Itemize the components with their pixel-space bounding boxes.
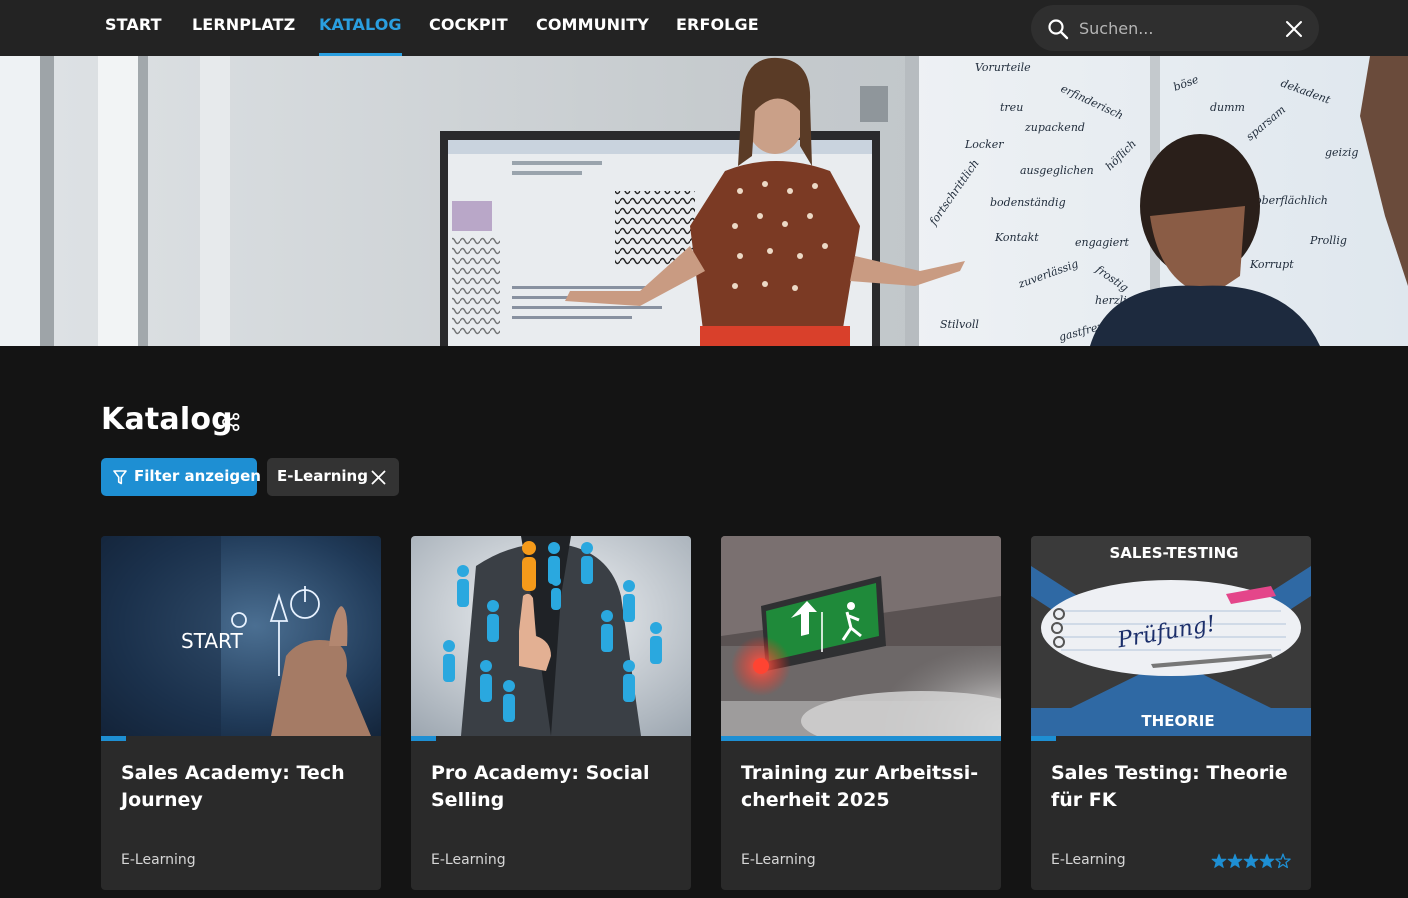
progress-bar-fill: [411, 736, 437, 741]
course-card[interactable]: Training zur Arbeitssi­cherheit 2025 E-L…: [721, 536, 1001, 890]
svg-text:engagiert: engagiert: [1075, 236, 1130, 249]
nav-item-start[interactable]: START: [105, 0, 162, 56]
sales-testing-image-title: SALES-TESTING: [1109, 544, 1238, 562]
progress-bar: [1031, 736, 1311, 741]
nav-item-katalog[interactable]: KATALOG: [319, 0, 402, 56]
filter-button-label: Filter anzeigen: [134, 467, 261, 485]
star-filled-icon: [1211, 853, 1227, 868]
search-input[interactable]: [1079, 13, 1269, 43]
close-icon[interactable]: [1284, 19, 1304, 39]
svg-text:Locker: Locker: [964, 138, 1004, 151]
progress-bar: [411, 736, 691, 741]
rocket-start-image: START: [101, 536, 381, 736]
top-navigation: START LERNPLATZ KATALOG COCKPIT COMMUNIT…: [0, 0, 1408, 56]
search-icon[interactable]: [1047, 18, 1069, 40]
svg-text:ausgeglichen: ausgeglichen: [1020, 164, 1094, 177]
star-filled-icon: [1259, 853, 1275, 868]
course-thumbnail: [411, 536, 691, 736]
star-filled-icon: [1243, 853, 1259, 868]
active-filter-chip: E-Learning: [267, 458, 399, 496]
svg-text:Vorurteile: Vorurteile: [975, 61, 1031, 74]
course-title[interactable]: Training zur Arbeitssi­cherheit 2025: [741, 760, 986, 814]
course-type: E-Learning: [1051, 852, 1126, 868]
course-type: E-Learning: [741, 852, 816, 868]
course-thumbnail: Prüfung! SALES-TESTING THEORIE: [1031, 536, 1311, 736]
svg-text:Stilvoll: Stilvoll: [940, 318, 979, 331]
course-title[interactable]: Sales Testing: Theorie für FK: [1051, 760, 1296, 814]
progress-bar-fill: [101, 736, 127, 741]
course-title[interactable]: Sales Academy: Tech Journey: [121, 760, 366, 814]
course-type: E-Learning: [121, 852, 196, 868]
nav-item-lernplatz[interactable]: LERNPLATZ: [192, 0, 295, 56]
svg-text:zupackend: zupackend: [1024, 121, 1085, 134]
progress-bar-fill: [721, 736, 1001, 741]
course-card[interactable]: Pro Academy: Social Selling E-Learning: [411, 536, 691, 890]
svg-text:dumm: dumm: [1210, 101, 1245, 114]
share-icon[interactable]: [221, 412, 241, 432]
course-type: E-Learning: [431, 852, 506, 868]
page-title: Katalog: [101, 402, 233, 437]
svg-text:geizig: geizig: [1325, 146, 1358, 159]
svg-text:treu: treu: [1000, 101, 1023, 114]
filter-chip-label: E-Learning: [277, 467, 368, 485]
hero-banner: Vorurteile erfinderisch böse dekadent tr…: [0, 56, 1408, 346]
svg-text:Prollig: Prollig: [1309, 234, 1347, 247]
svg-text:bodenständig: bodenständig: [990, 196, 1066, 209]
progress-bar: [721, 736, 1001, 741]
course-card[interactable]: Prüfung! SALES-TESTING THEORIE Sales Tes…: [1031, 536, 1311, 890]
show-filter-button[interactable]: Filter anzeigen: [101, 458, 261, 496]
course-thumbnail: START: [101, 536, 381, 736]
course-title[interactable]: Pro Academy: Social Selling: [431, 760, 676, 814]
rating-stars: [1211, 853, 1291, 869]
emergency-exit-image: [721, 536, 1001, 736]
theorie-image-label: THEORIE: [1141, 712, 1214, 730]
network-people-image: [411, 536, 691, 736]
star-filled-icon: [1227, 853, 1243, 868]
nav-item-community[interactable]: COMMUNITY: [536, 0, 649, 56]
svg-text:Korrupt: Korrupt: [1249, 258, 1294, 271]
svg-text:Kontakt: Kontakt: [994, 231, 1039, 244]
hero-image: Vorurteile erfinderisch böse dekadent tr…: [0, 56, 1408, 346]
course-card[interactable]: START Sales Academy: Tech Journey E-Lear…: [101, 536, 381, 890]
filter-icon: [113, 470, 127, 485]
star-empty-icon: [1275, 853, 1291, 869]
nav-item-cockpit[interactable]: COCKPIT: [429, 0, 508, 56]
progress-bar: [101, 736, 381, 741]
course-thumbnail: [721, 536, 1001, 736]
remove-filter-icon[interactable]: [371, 470, 386, 485]
svg-text:oberflächlich: oberflächlich: [1255, 194, 1328, 207]
start-image-text: START: [181, 629, 243, 653]
search-box: [1031, 5, 1319, 51]
nav-item-erfolge[interactable]: ERFOLGE: [676, 0, 759, 56]
sales-testing-image: Prüfung! SALES-TESTING THEORIE: [1031, 536, 1311, 736]
progress-bar-fill: [1031, 736, 1057, 741]
